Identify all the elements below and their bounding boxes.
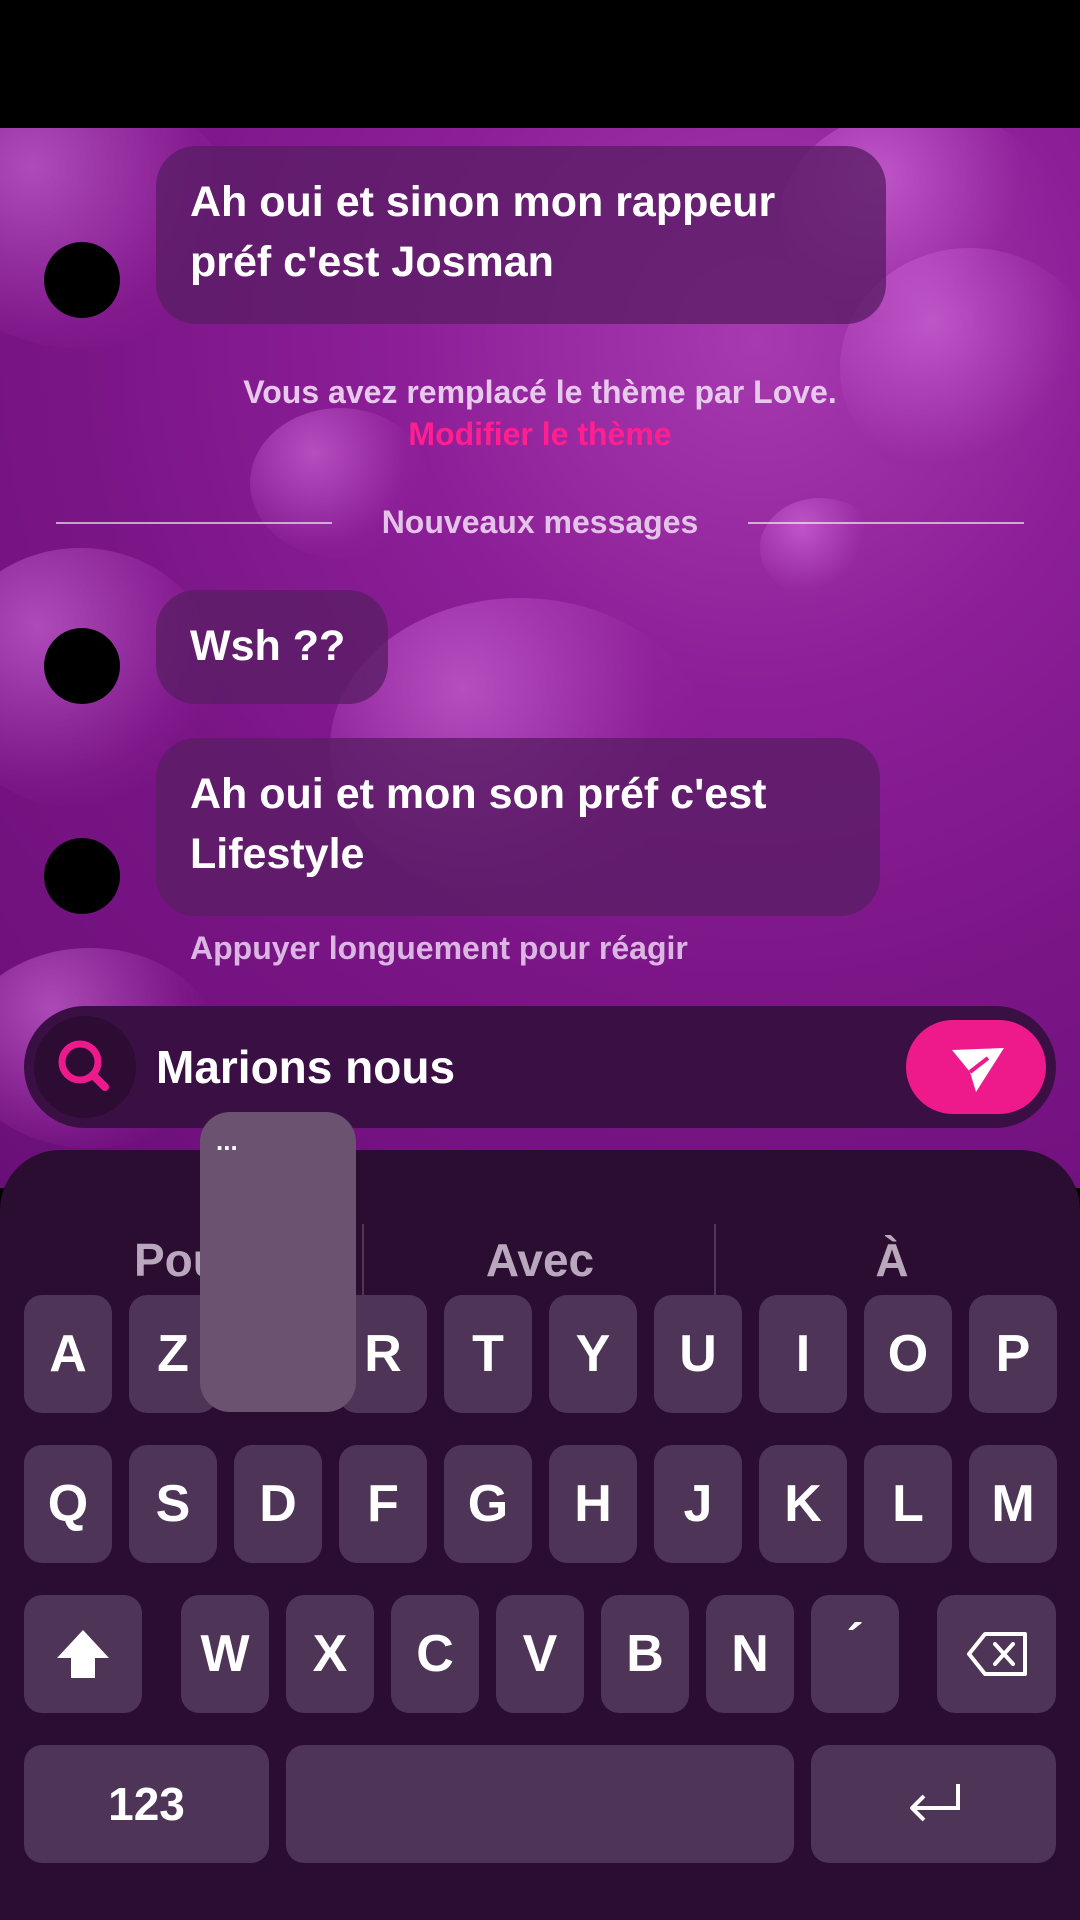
- message-text: Wsh ??: [190, 622, 346, 670]
- return-key[interactable]: [811, 1745, 1056, 1863]
- key-y[interactable]: Y: [549, 1295, 637, 1413]
- key-o[interactable]: O: [864, 1295, 952, 1413]
- react-hint: Appuyer longuement pour réagir: [190, 930, 688, 966]
- avatar[interactable]: [44, 628, 120, 704]
- key-h[interactable]: H: [549, 1445, 637, 1563]
- key-d[interactable]: D: [234, 1445, 322, 1563]
- message-bubble[interactable]: Wsh ??: [156, 590, 388, 704]
- search-button[interactable]: [34, 1016, 136, 1118]
- shift-icon: [57, 1630, 109, 1678]
- avatar[interactable]: [44, 838, 120, 914]
- key-c[interactable]: C: [391, 1595, 479, 1713]
- shift-key[interactable]: [24, 1595, 142, 1713]
- key-g[interactable]: G: [444, 1445, 532, 1563]
- status-bar: [0, 0, 1080, 128]
- key-p[interactable]: P: [969, 1295, 1057, 1413]
- numbers-key[interactable]: 123: [24, 1745, 269, 1863]
- suggestion-divider: [714, 1224, 716, 1296]
- key-v[interactable]: V: [496, 1595, 584, 1713]
- key-s[interactable]: S: [129, 1445, 217, 1563]
- key-m[interactable]: M: [969, 1445, 1057, 1563]
- send-icon: [952, 1048, 1004, 1092]
- key-q[interactable]: Q: [24, 1445, 112, 1563]
- key-n[interactable]: N: [706, 1595, 794, 1713]
- message-input[interactable]: Marions nous: [156, 1006, 455, 1128]
- key-popup-stem: [232, 1260, 324, 1410]
- suggestion-divider: [362, 1224, 364, 1296]
- send-button[interactable]: [906, 1020, 1046, 1114]
- message-text: Ah oui et mon son préf c'est Lifestyle: [190, 770, 767, 878]
- return-icon: [909, 1784, 960, 1822]
- backspace-key[interactable]: [937, 1595, 1056, 1713]
- key-accent[interactable]: ´: [811, 1595, 899, 1713]
- key-t[interactable]: T: [444, 1295, 532, 1413]
- key-b[interactable]: B: [601, 1595, 689, 1713]
- key-f[interactable]: F: [339, 1445, 427, 1563]
- key-u[interactable]: U: [654, 1295, 742, 1413]
- key-a[interactable]: A: [24, 1295, 112, 1413]
- search-icon: [58, 1040, 109, 1091]
- theme-notice: Vous avez remplacé le thème par Love.: [243, 374, 837, 410]
- message-text: Ah oui et sinon mon rappeur préf c'est J…: [190, 178, 776, 286]
- key-x[interactable]: X: [286, 1595, 374, 1713]
- suggestion-2[interactable]: Avec: [390, 1210, 690, 1310]
- backspace-icon: [966, 1632, 1027, 1676]
- key-k[interactable]: K: [759, 1445, 847, 1563]
- message-composer[interactable]: Marions nous: [24, 1006, 1056, 1128]
- key-l[interactable]: L: [864, 1445, 952, 1563]
- screen: Ah oui et sinon mon rappeur préf c'est J…: [0, 0, 1080, 1920]
- change-theme-link[interactable]: Modifier le thème: [0, 416, 1080, 453]
- popup-dots: ...: [216, 1126, 238, 1156]
- keyboard: Pou Avec À A Z R T Y U I O P Q S D F G H…: [0, 1150, 1080, 1920]
- message-bubble[interactable]: Ah oui et mon son préf c'est Lifestyle: [156, 738, 880, 916]
- message-bubble[interactable]: Ah oui et sinon mon rappeur préf c'est J…: [156, 146, 886, 324]
- space-key[interactable]: [286, 1745, 794, 1863]
- key-j[interactable]: J: [654, 1445, 742, 1563]
- divider-right: [748, 522, 1024, 524]
- key-i[interactable]: I: [759, 1295, 847, 1413]
- avatar[interactable]: [44, 242, 120, 318]
- key-w[interactable]: W: [181, 1595, 269, 1713]
